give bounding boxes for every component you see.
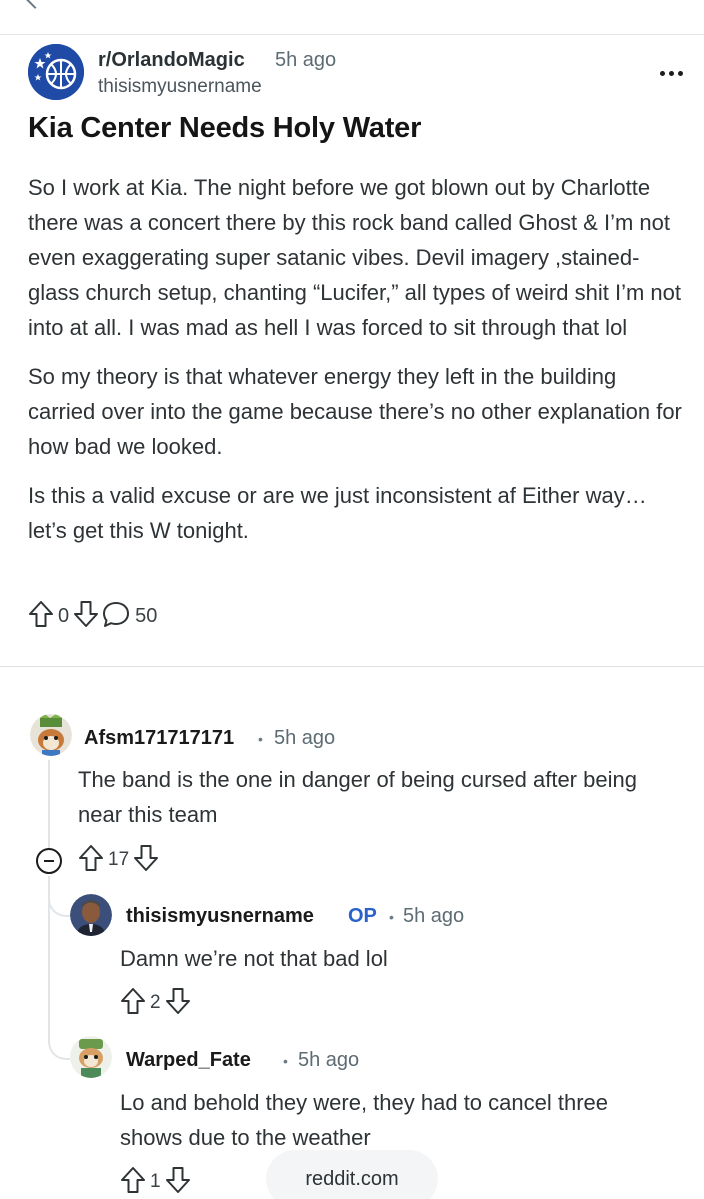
more-options-icon[interactable] xyxy=(656,64,686,82)
downvote-icon[interactable] xyxy=(133,844,159,877)
thread-line xyxy=(48,916,50,1040)
post-comment-count: 50 xyxy=(135,604,158,627)
comment-vote-count: 1 xyxy=(150,1171,161,1192)
comment-timestamp: 5h ago xyxy=(403,905,465,927)
post-header: r/OrlandoMagic 5h ago thisismyusnername xyxy=(28,44,683,104)
post-actions: 0 50 xyxy=(28,598,161,634)
thread-connector xyxy=(48,1038,70,1060)
comment-actions: 1 xyxy=(120,1166,191,1199)
comment-actions: 2 xyxy=(120,987,191,1020)
downvote-icon[interactable] xyxy=(73,600,99,633)
separator-dot: • xyxy=(283,1053,288,1069)
post-paragraph: So I work at Kia. The night before we go… xyxy=(28,175,681,340)
divider xyxy=(0,34,704,35)
divider xyxy=(0,666,704,667)
comment-actions: 17 xyxy=(78,844,159,877)
upvote-icon[interactable] xyxy=(120,1166,146,1199)
upvote-icon[interactable] xyxy=(28,600,54,633)
collapse-thread-icon[interactable] xyxy=(36,848,62,874)
post-author[interactable]: thisismyusnername xyxy=(98,76,262,98)
comment-vote-count: 2 xyxy=(150,992,161,1013)
post-title: Kia Center Needs Holy Water xyxy=(28,112,422,144)
thread-line xyxy=(48,760,50,848)
comment-body: Damn we’re not that bad lol xyxy=(120,946,388,971)
comment-username[interactable]: Afsm171717171 xyxy=(84,727,234,750)
post-body: So I work at Kia. The night before we go… xyxy=(28,170,688,562)
post-paragraph: So my theory is that whatever energy the… xyxy=(28,364,682,459)
downvote-icon[interactable] xyxy=(165,987,191,1020)
site-watermark: reddit.com xyxy=(266,1150,438,1199)
post-paragraph: Is this a valid excuse or are we just in… xyxy=(28,483,647,543)
comment-icon[interactable] xyxy=(101,600,131,633)
subreddit-name[interactable]: r/OrlandoMagic xyxy=(98,49,245,72)
separator-dot: • xyxy=(258,731,263,747)
upvote-icon[interactable] xyxy=(78,844,104,877)
upvote-icon[interactable] xyxy=(120,987,146,1020)
avatar[interactable] xyxy=(70,1036,112,1078)
back-arrow-icon[interactable] xyxy=(25,0,45,9)
avatar[interactable] xyxy=(70,894,112,936)
post-vote-count: 0 xyxy=(58,604,70,627)
op-badge: OP xyxy=(348,905,377,927)
separator-dot: • xyxy=(389,909,394,925)
avatar[interactable] xyxy=(30,714,72,756)
comment-body: The band is the one in danger of being c… xyxy=(78,767,637,827)
downvote-icon[interactable] xyxy=(165,1166,191,1199)
post-timestamp: 5h ago xyxy=(275,49,337,71)
subreddit-avatar[interactable] xyxy=(28,44,84,100)
comment-timestamp: 5h ago xyxy=(274,727,336,749)
comment-timestamp: 5h ago xyxy=(298,1049,360,1071)
comment-body: Lo and behold they were, they had to can… xyxy=(120,1090,609,1150)
comment-username[interactable]: thisismyusnername xyxy=(126,905,314,928)
comment-vote-count: 17 xyxy=(108,849,130,870)
thread-connector xyxy=(48,895,70,917)
comment-username[interactable]: Warped_Fate xyxy=(126,1049,251,1072)
